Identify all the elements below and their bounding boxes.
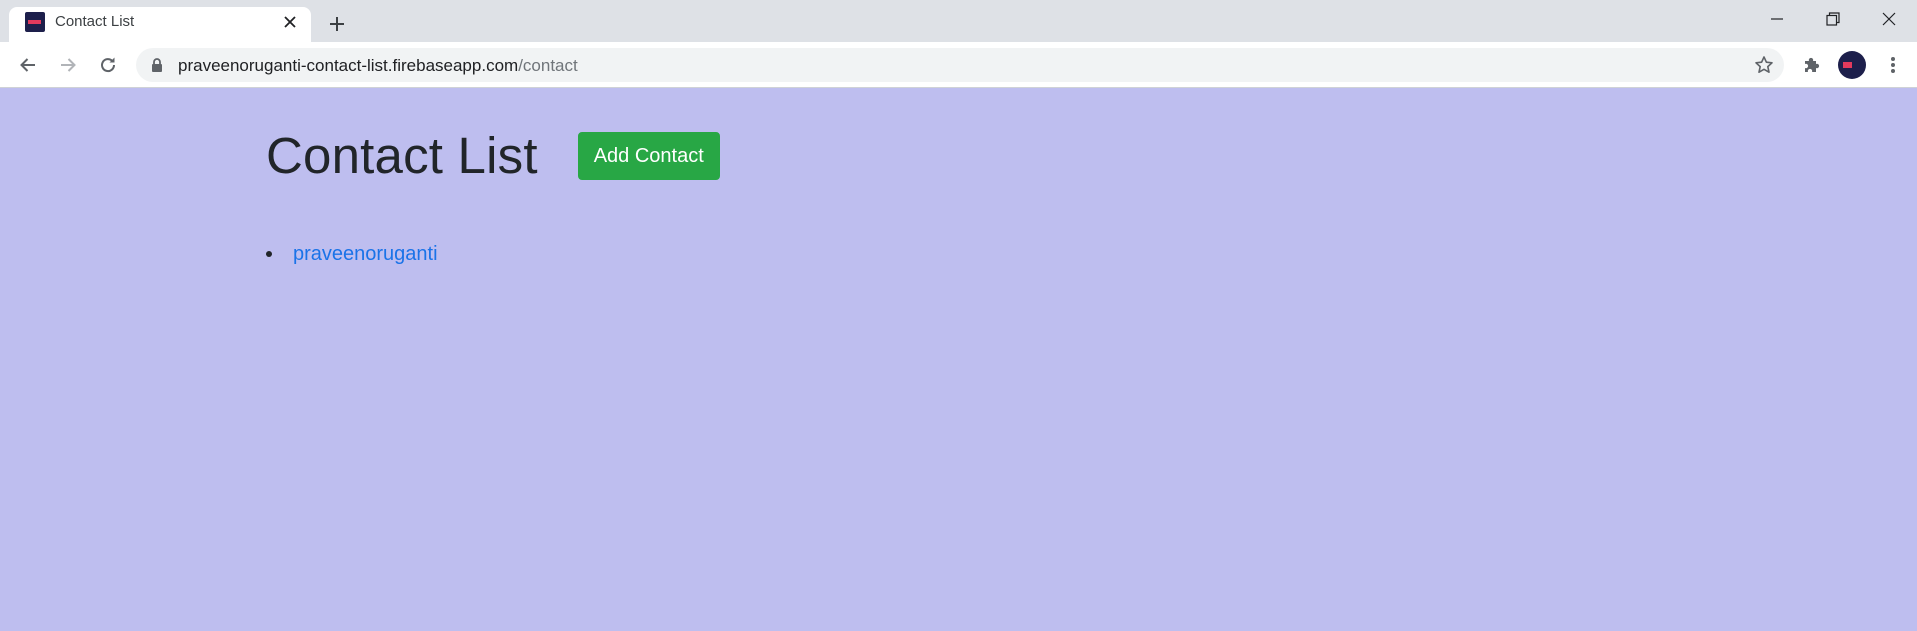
back-arrow-icon[interactable] xyxy=(12,49,44,81)
list-item: praveenoruganti xyxy=(266,242,438,266)
lock-icon[interactable] xyxy=(149,57,165,73)
url-text: praveenoruganti-contact-list.firebaseapp… xyxy=(178,56,578,75)
url-host: praveenoruganti-contact-list.firebaseapp… xyxy=(178,56,519,75)
extensions-puzzle-icon[interactable] xyxy=(1799,52,1825,78)
browser-toolbar: praveenoruganti-contact-list.firebaseapp… xyxy=(0,42,1917,88)
site-favicon-icon xyxy=(25,12,45,32)
page-title: Contact List xyxy=(266,127,538,184)
browser-tab[interactable]: Contact List xyxy=(9,7,311,42)
url-path: /contact xyxy=(518,56,578,75)
page-content: Contact List Add Contact praveenoruganti xyxy=(0,88,1917,631)
kebab-menu-icon[interactable] xyxy=(1880,52,1906,78)
address-bar[interactable]: praveenoruganti-contact-list.firebaseapp… xyxy=(136,48,1784,82)
page-header: Contact List Add Contact xyxy=(266,130,720,181)
profile-avatar[interactable] xyxy=(1838,51,1866,79)
tab-close-icon[interactable] xyxy=(280,12,300,32)
minimize-icon[interactable] xyxy=(1749,0,1805,38)
forward-arrow-icon[interactable] xyxy=(52,49,84,81)
reload-icon[interactable] xyxy=(92,49,124,81)
contact-list: praveenoruganti xyxy=(266,242,438,266)
window-close-icon[interactable] xyxy=(1861,0,1917,38)
contact-link[interactable]: praveenoruganti xyxy=(293,243,438,265)
tab-strip: Contact List xyxy=(0,0,1917,42)
bookmark-star-icon[interactable] xyxy=(1754,55,1774,75)
new-tab-plus-icon[interactable] xyxy=(322,9,352,39)
add-contact-button[interactable]: Add Contact xyxy=(577,131,720,180)
restore-icon[interactable] xyxy=(1805,0,1861,38)
tab-title: Contact List xyxy=(55,13,135,30)
